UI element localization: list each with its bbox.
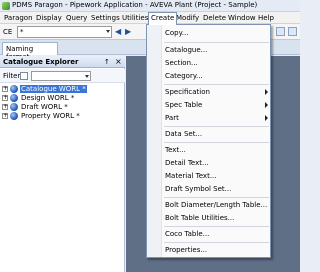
chevron-down-icon[interactable] — [85, 75, 89, 78]
submenu-arrow-icon — [265, 102, 268, 108]
menu-separator — [164, 226, 269, 227]
filter-checkbox[interactable] — [20, 72, 28, 80]
expand-icon[interactable]: + — [2, 95, 8, 101]
menu-item-copy[interactable]: Copy... — [165, 28, 270, 39]
tree-item-label[interactable]: Property WORL * — [20, 112, 81, 120]
menu-item-section[interactable]: Section... — [165, 58, 270, 69]
catalogue-explorer-panel: Catalogue Explorer ↑ × Filter + Catalogu… — [0, 56, 125, 272]
menu-item-part[interactable]: Part — [165, 113, 270, 124]
current-element-field[interactable]: * — [17, 26, 112, 38]
expand-icon[interactable]: + — [2, 113, 8, 119]
menu-item-label: Specification — [165, 88, 210, 96]
tree-item[interactable]: + Property WORL * — [0, 112, 125, 121]
menu-item-label: Spec Table — [165, 101, 203, 109]
menu-separator — [164, 84, 269, 85]
world-icon — [10, 112, 18, 120]
menu-item-material-text[interactable]: Material Text... — [165, 171, 270, 182]
tree-item-label[interactable]: Draft WORL * — [20, 103, 69, 111]
close-icon[interactable]: × — [115, 57, 122, 66]
menu-help[interactable]: Help — [256, 13, 276, 24]
menu-separator — [164, 197, 269, 198]
toolbar-tool-icon[interactable] — [276, 27, 285, 36]
menu-item-bolt-diameter-length-table[interactable]: Bolt Diameter/Length Table... — [165, 200, 270, 211]
menu-item-bolt-table-utilities[interactable]: Bolt Table Utilities... — [165, 213, 270, 224]
menu-window[interactable]: Window — [226, 13, 258, 24]
tree-item[interactable]: + Draft WORL * — [0, 103, 125, 112]
world-icon — [10, 103, 18, 111]
menu-query[interactable]: Query — [64, 13, 89, 24]
menu-item-spec-table[interactable]: Spec Table — [165, 100, 270, 111]
tree-item-label[interactable]: Design WORL * — [20, 94, 75, 102]
menu-bar: Paragon Display Query Settings Utilities… — [0, 12, 300, 25]
menu-item-detail-text[interactable]: Detail Text... — [165, 158, 270, 169]
panel-header: Catalogue Explorer ↑ × — [0, 56, 125, 68]
explorer-tree: + Catalogue WORL * + Design WORL * + Dra… — [0, 85, 125, 121]
forward-arrow-icon[interactable]: ▶ — [125, 27, 131, 37]
menu-icon-column — [147, 25, 162, 257]
tree-item-label[interactable]: Catalogue WORL * — [20, 85, 87, 93]
menu-item-specification[interactable]: Specification — [165, 87, 270, 98]
menu-separator — [164, 126, 269, 127]
submenu-arrow-icon — [265, 89, 268, 95]
tab-naming-format[interactable]: Naming format — [2, 42, 58, 61]
tree-item[interactable]: + Design WORL * — [0, 94, 125, 103]
toolbar-tool-icon[interactable] — [288, 27, 297, 36]
menu-create[interactable]: Create — [148, 12, 178, 25]
window-title: PDMS Paragon - Pipework Application - AV… — [12, 1, 258, 9]
ce-label: CE — [3, 28, 13, 36]
menu-utilities[interactable]: Utilities — [120, 13, 150, 24]
menu-settings[interactable]: Settings — [89, 13, 122, 24]
expand-icon[interactable]: + — [2, 86, 8, 92]
tree-item[interactable]: + Catalogue WORL * — [0, 85, 125, 94]
menu-item-draft-symbol-set[interactable]: Draft Symbol Set... — [165, 184, 270, 195]
menu-separator — [164, 142, 269, 143]
menu-separator — [164, 242, 269, 243]
ce-value: * — [20, 28, 24, 36]
title-bar: PDMS Paragon - Pipework Application - AV… — [0, 0, 300, 12]
submenu-arrow-icon — [265, 115, 268, 121]
create-menu-dropdown: Copy... Catalogue... Section... Category… — [146, 24, 271, 258]
panel-title: Catalogue Explorer — [3, 58, 79, 66]
back-arrow-icon[interactable]: ◀ — [115, 27, 121, 37]
menu-paragon[interactable]: Paragon — [2, 13, 35, 24]
menu-item-catalogue[interactable]: Catalogue... — [165, 45, 270, 56]
menu-item-data-set[interactable]: Data Set... — [165, 129, 270, 140]
menu-item-category[interactable]: Category... — [165, 71, 270, 82]
world-icon — [10, 94, 18, 102]
chevron-down-icon[interactable] — [106, 30, 110, 33]
app-icon — [2, 2, 10, 10]
menu-display[interactable]: Display — [34, 13, 64, 24]
filter-label: Filter — [3, 72, 21, 80]
menu-item-properties[interactable]: Properties... — [165, 245, 270, 256]
menu-item-coco-table[interactable]: Coco Table... — [165, 229, 270, 240]
menu-delete[interactable]: Delete — [201, 13, 228, 24]
menu-item-text[interactable]: Text... — [165, 145, 270, 156]
menu-modify[interactable]: Modify — [174, 13, 201, 24]
expand-icon[interactable]: + — [2, 104, 8, 110]
menu-separator — [164, 42, 269, 43]
filter-dropdown[interactable] — [31, 71, 91, 81]
world-icon — [10, 85, 18, 93]
menu-item-label: Part — [165, 114, 179, 122]
pin-icon[interactable]: ↑ — [104, 58, 110, 66]
filter-row: Filter — [0, 69, 125, 83]
